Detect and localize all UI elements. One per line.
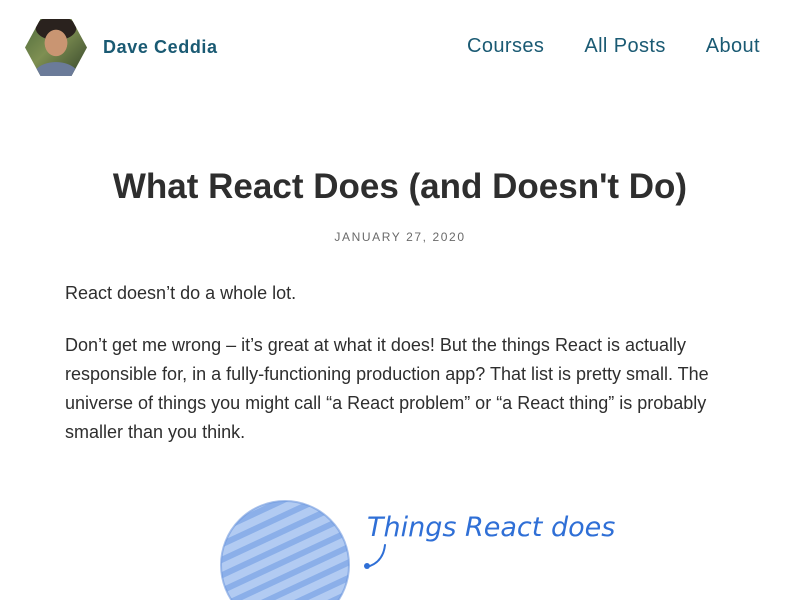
article-paragraph-2: Don’t get me wrong – it’s great at what … [65,335,709,442]
pointer-arrow-icon [369,544,386,567]
things-react-does-circle [220,500,350,600]
site-header: Dave Ceddia Courses All Posts About [0,0,800,96]
pointer-dot-icon [364,563,370,569]
nav-about-link[interactable]: About [706,35,760,58]
react-scope-illustration: Things React does [220,500,615,600]
article-date: JANUARY 27, 2020 [334,230,466,244]
illustration-caption: Things React does [367,512,615,543]
author-avatar[interactable] [25,19,87,76]
nav-courses-link[interactable]: Courses [467,35,544,58]
article-title: What React Does (and Doesn't Do) [112,167,688,206]
article-paragraph-1: React doesn’t do a whole lot. [65,283,297,303]
main-nav: Courses All Posts About [467,35,760,58]
nav-all-posts-link[interactable]: All Posts [584,35,665,58]
article-body: React doesn’t do a whole lot. Don’t get … [65,279,745,470]
site-name-link[interactable]: Dave Ceddia [103,37,218,58]
